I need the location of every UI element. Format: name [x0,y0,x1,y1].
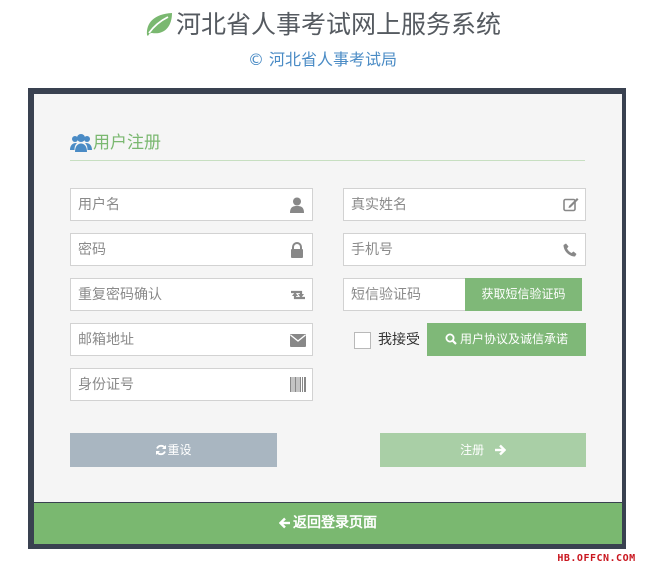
phone-field [343,233,586,266]
search-icon [445,333,457,345]
refresh-icon [156,444,167,456]
idcard-input[interactable] [71,369,312,400]
get-sms-code-button[interactable]: 获取短信验证码 [465,278,582,311]
section-title: 用户注册 [93,133,161,153]
realname-field [343,188,586,221]
back-to-login-label: 返回登录页面 [293,515,377,531]
section-header: 用户注册 [70,130,585,161]
register-label: 注册 [460,443,485,457]
leaf-icon [144,11,174,46]
users-icon [70,133,92,157]
phone-input[interactable] [344,234,585,265]
accept-checkbox[interactable] [354,332,371,349]
sms-code-field [343,278,466,311]
idcard-field [70,368,313,401]
password-field [70,233,313,266]
user-protocol-button[interactable]: 用户协议及诚信承诺 [427,323,586,356]
sms-code-input[interactable] [344,279,465,310]
arrow-right-icon [494,444,507,456]
barcode-icon [290,377,306,393]
password-input[interactable] [71,234,312,265]
accept-label: 我接受 [378,332,420,348]
register-button[interactable]: 注册 [380,433,586,467]
username-input[interactable] [71,189,312,220]
reset-label: 重设 [167,443,192,457]
arrow-left-icon [278,517,290,529]
page-title-text: 河北省人事考试网上服务系统 [175,10,501,39]
retweet-icon [289,287,307,303]
user-icon [290,197,306,213]
username-field [70,188,313,221]
reset-button[interactable]: 重设 [70,433,277,467]
envelope-icon [290,332,306,348]
watermark: HB.OFFCN.COM [548,551,645,567]
phone-icon [563,242,579,258]
email-input[interactable] [71,324,312,355]
email-field [70,323,313,356]
confirm-password-field [70,278,313,311]
edit-icon [563,197,579,213]
confirm-password-input[interactable] [71,279,312,310]
page-subtitle: © 河北省人事考试局 [247,50,398,69]
user-protocol-label: 用户协议及诚信承诺 [459,332,568,346]
back-to-login-button[interactable]: 返回登录页面 [34,503,622,544]
realname-input[interactable] [344,189,585,220]
page-title: 河北省人事考试网上服务系统 [0,8,645,46]
lock-icon [290,242,306,258]
